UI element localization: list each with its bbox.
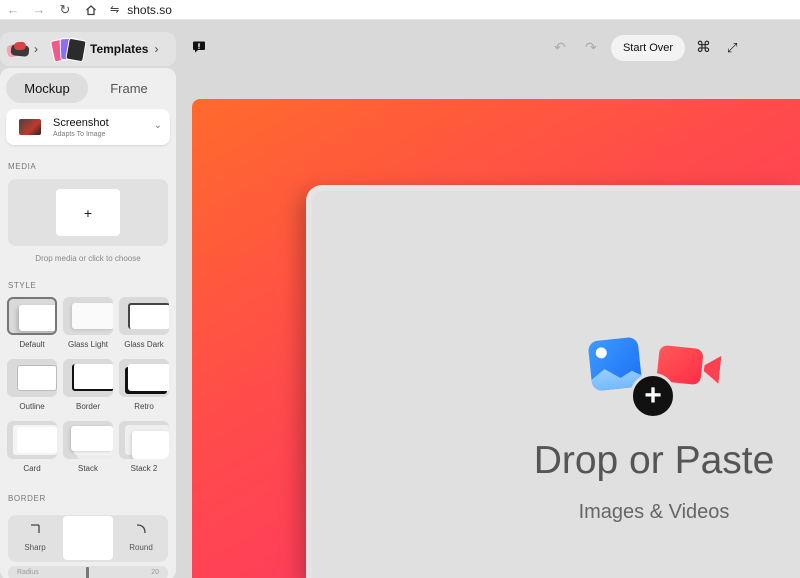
style-section-label: STYLE [8,281,37,290]
style-preview [63,359,113,397]
media-icons: + [587,336,724,419]
border-options: Sharp Round [8,515,168,562]
style-option-label: Glass Dark [124,340,164,349]
templates-button[interactable]: Templates [90,42,148,56]
mode-tabs: Mockup Frame [6,73,170,103]
style-preview [7,297,57,335]
forward-arrow-icon[interactable]: → [26,0,52,20]
media-section-label: MEDIA [8,162,37,171]
style-option-glass-dark[interactable]: Glass Dark [118,297,170,353]
mockup-selector[interactable]: Screenshot Adapts To Image ⌄ [6,109,170,145]
start-over-button[interactable]: Start Over [611,35,685,61]
border-section-label: BORDER [8,494,46,503]
style-option-stack[interactable]: Stack [62,421,114,477]
style-preview [7,359,57,397]
style-option-default[interactable]: Default [6,297,58,353]
feedback-icon[interactable] [192,40,206,54]
settings-panel: Mockup Frame Screenshot Adapts To Image … [0,68,176,578]
radius-slider[interactable]: Radius 20 [8,566,168,578]
home-icon[interactable] [78,0,104,20]
mockup-subtitle: Adapts To Image [53,130,106,138]
style-option-stack-2[interactable]: Stack 2 [118,421,170,477]
style-preview [63,297,113,335]
chevron-right-icon[interactable]: › [34,42,38,56]
style-preview [119,297,169,335]
media-hint: Drop media or click to choose [35,254,141,263]
border-round-label: Round [129,543,153,552]
mockup-thumbnail [19,119,41,135]
templates-bar: › Templates › [0,32,176,66]
style-option-retro[interactable]: Retro [118,359,170,415]
style-option-label: Glass Light [67,340,109,349]
border-medium-option[interactable] [63,516,113,560]
style-option-label: Border [75,402,100,411]
style-option-label: Card [23,464,41,473]
style-option-outline[interactable]: Outline [6,359,58,415]
add-media-icon[interactable]: + [630,373,676,419]
browser-toolbar: ← → ↻ ⇋ shots.so [0,0,800,20]
add-media-button[interactable]: + [56,189,120,236]
style-option-label: Default [19,340,45,349]
tab-mockup[interactable]: Mockup [6,73,88,103]
app-logo-icon[interactable] [5,40,30,58]
media-dropzone[interactable]: + [8,179,168,246]
style-option-card[interactable]: Card [6,421,58,477]
reload-icon[interactable]: ↻ [52,0,78,20]
expand-icon[interactable]: ⤢ [727,40,737,56]
back-arrow-icon[interactable]: ← [0,0,26,20]
style-option-label: Outline [19,402,45,411]
sidebar: › Templates › Mockup Frame Screenshot Ad… [0,26,178,578]
mockup-frame[interactable]: + Drop or Paste Images & Videos [306,185,800,578]
style-preview [7,421,57,459]
command-icon[interactable]: ⌘ [696,38,711,56]
border-sharp-option[interactable]: Sharp [9,515,61,562]
undo-icon[interactable]: ↶ [554,39,566,56]
style-option-label: Stack [77,464,98,473]
chevron-right-icon[interactable]: › [154,42,158,56]
site-settings-icon[interactable]: ⇋ [110,3,119,16]
radius-slider-handle[interactable] [86,567,89,578]
style-option-border[interactable]: Border [62,359,114,415]
drop-subtitle: Images & Videos [578,501,730,523]
style-option-label: Stack 2 [130,464,158,473]
style-preview [119,359,169,397]
round-corner-icon [136,524,146,534]
drop-title: Drop or Paste [533,439,775,482]
style-option-glass-light[interactable]: Glass Light [62,297,114,353]
tab-frame[interactable]: Frame [88,73,170,103]
sharp-corner-icon [31,524,40,533]
style-preview [63,421,113,459]
canvas-background: + Drop or Paste Images & Videos [192,99,800,578]
redo-icon[interactable]: ↷ [585,39,597,56]
radius-value: 20 [151,569,159,576]
border-sharp-label: Sharp [24,543,46,552]
style-preview [119,421,169,459]
drop-area[interactable]: + Drop or Paste Images & Videos [312,191,800,578]
style-option-label: Retro [134,402,154,411]
mockup-title: Screenshot [53,116,109,129]
templates-thumbnails-icon[interactable] [49,36,87,63]
url-text: shots.so [127,2,172,17]
radius-label: Radius [17,569,39,576]
border-round-option[interactable]: Round [115,515,167,562]
video-camera-lens-icon [703,354,722,384]
address-bar[interactable]: ⇋ shots.so [110,0,172,20]
chevron-down-icon: ⌄ [153,120,162,131]
